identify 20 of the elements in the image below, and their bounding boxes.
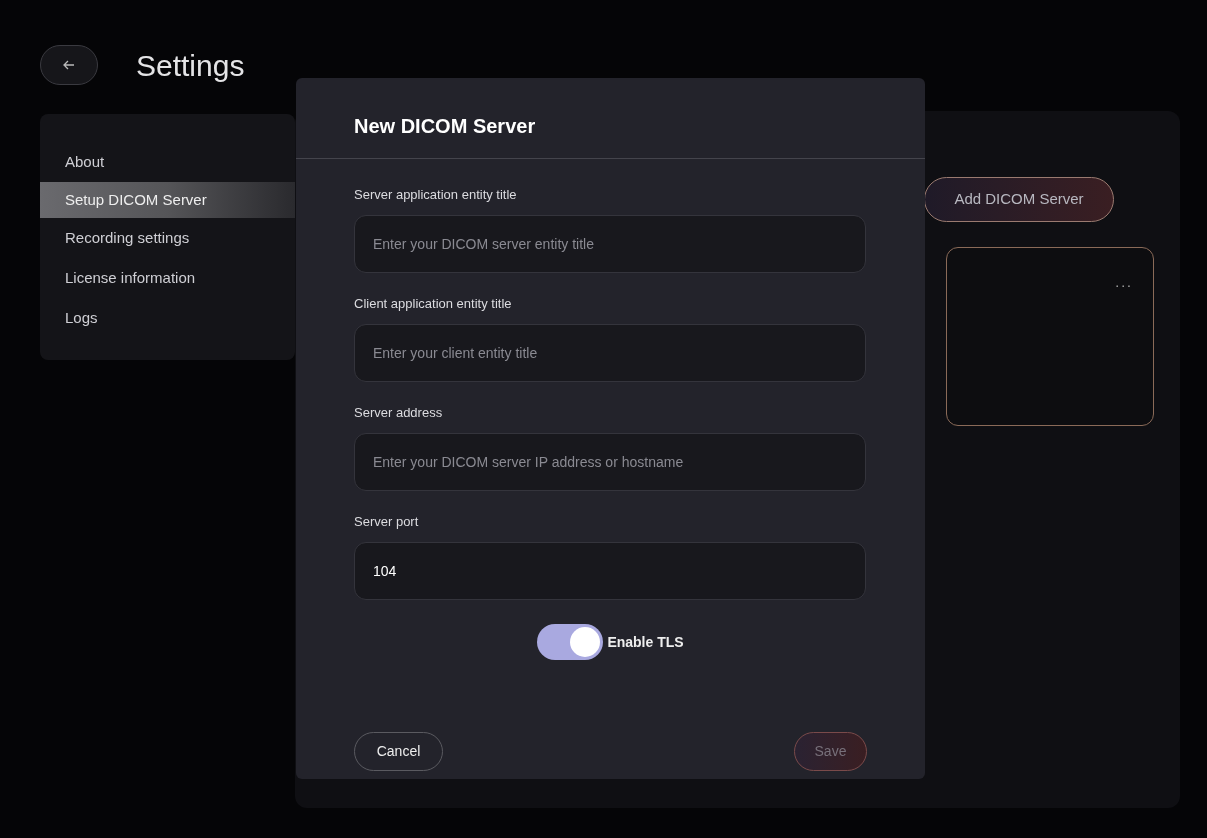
sidebar-item[interactable]: Recording settings: [40, 218, 295, 258]
input-field[interactable]: Enter your client entity title: [354, 324, 866, 382]
field-label: Server address: [354, 404, 444, 422]
field-label: Client application entity title: [354, 295, 513, 313]
toggle-switch[interactable]: [537, 624, 604, 660]
sidebar-item[interactable]: About: [40, 142, 295, 182]
more-button[interactable]: ...: [1115, 272, 1133, 292]
page-title: Settings: [136, 47, 245, 84]
dialog-title: New DICOM Server: [353, 114, 537, 139]
back-arrow-icon: [63, 60, 75, 70]
field-label: Server port: [354, 513, 420, 531]
sidebar-item[interactable]: License information: [40, 258, 295, 298]
input-field[interactable]: 104: [354, 542, 866, 600]
add-server-button[interactable]: Add DICOM Server: [924, 177, 1114, 222]
input-field[interactable]: Enter your DICOM server entity title: [354, 215, 866, 273]
input-field[interactable]: Enter your DICOM server IP address or hostname: [354, 433, 866, 491]
toggle-label: Enable TLS: [607, 632, 684, 652]
field-label: Server application entity title: [354, 186, 518, 204]
sidebar-item[interactable]: Logs: [40, 298, 295, 338]
sidebar-item[interactable]: Setup DICOM Server: [40, 182, 295, 218]
